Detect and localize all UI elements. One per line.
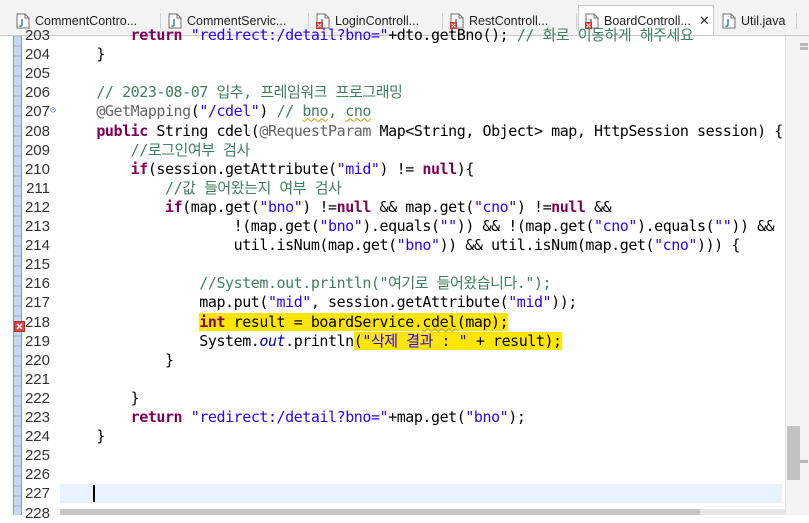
code-text[interactable]: //로그인여부 검사 (62, 141, 251, 160)
tab-separator (796, 13, 797, 29)
code-line[interactable]: 220 } (0, 351, 785, 370)
code-line[interactable]: 207 ⊝ @GetMapping("/cdel") // bno, cno (0, 102, 785, 121)
code-line[interactable]: 215 (0, 255, 785, 274)
code-text[interactable]: @GetMapping("/cdel") // bno, cno (62, 102, 371, 121)
error-marker-icon[interactable] (14, 317, 25, 332)
line-number: 223 (24, 409, 50, 426)
line-number: 214 (24, 237, 50, 255)
line-number: 228 (24, 504, 50, 522)
overview-marker[interactable] (800, 43, 808, 46)
line-number: 210 (24, 160, 50, 178)
code-text[interactable]: } (62, 351, 174, 370)
code-text[interactable]: //System.out.println("여기로 들어왔습니다."); (62, 274, 551, 293)
code-line[interactable]: 226 (0, 465, 785, 484)
code-text[interactable]: } (62, 45, 105, 64)
fold-toggle-icon[interactable]: ⊝ (50, 106, 56, 116)
code-line[interactable]: 205 (0, 64, 785, 83)
code-line[interactable]: 216 //System.out.println("여기로 들어왔습니다."); (0, 274, 785, 293)
code-text[interactable]: if(map.get("bno") !=null && map.get("cno… (62, 198, 612, 217)
line-number: 207 (24, 103, 50, 121)
code-text[interactable]: util.isNum(map.get("bno")) && util.isNum… (62, 236, 741, 255)
code-line[interactable]: 221 (0, 370, 785, 389)
code-text[interactable]: } (62, 427, 105, 446)
vertical-scrollbar[interactable] (785, 36, 809, 515)
horizontal-scroll-thumb[interactable] (60, 509, 700, 515)
line-number: 226 (24, 466, 50, 484)
line-number: 211 (26, 179, 50, 197)
code-line[interactable]: 209 //로그인여부 검사 (0, 141, 785, 160)
line-number: 216 (24, 275, 50, 293)
code-line[interactable]: 219 System.out.println("삭제 결과 : " + resu… (0, 331, 785, 351)
line-number: 220 (24, 351, 50, 369)
code-line[interactable]: 223 return "redirect:/detail?bno="+map.g… (0, 408, 785, 427)
code-line[interactable]: 213 !(map.get("bno").equals("")) && !(ma… (0, 217, 785, 236)
code-line[interactable]: 204 } (0, 45, 785, 64)
code-line[interactable]: 218 int result = boardService.cdel(map); (0, 312, 785, 332)
code-text[interactable]: System.out.println("삭제 결과 : " + result); (62, 331, 562, 351)
code-line[interactable]: 212 if(map.get("bno") !=null && map.get(… (0, 198, 785, 217)
text-caret (93, 485, 95, 503)
code-line[interactable]: 214 util.isNum(map.get("bno")) && util.i… (0, 236, 785, 255)
code-line[interactable]: 203 return "redirect:/detail?bno="+dto.g… (0, 26, 785, 45)
line-number: 227 (24, 485, 50, 503)
line-number: 213 (24, 218, 50, 235)
code-text[interactable]: } (62, 389, 140, 408)
line-number: 203 (24, 27, 50, 44)
code-text[interactable]: // 2023-08-07 입추, 프레임워크 프로그래밍 (62, 83, 403, 102)
code-text[interactable]: return "redirect:/detail?bno="+map.get("… (62, 408, 526, 427)
current-line-highlight (60, 484, 782, 504)
code-line[interactable]: 227 (0, 484, 785, 504)
code-text[interactable]: int result = boardService.cdel(map); (62, 312, 509, 332)
line-number: 218 (24, 313, 50, 331)
code-line[interactable]: 211 //값 들어왔는지 여부 검사 (0, 179, 785, 198)
code-text[interactable]: public String cdel(@RequestParam Map<Str… (62, 122, 783, 141)
line-number: 209 (24, 141, 50, 159)
overview-marker[interactable] (800, 460, 808, 463)
code-line[interactable]: 208 public String cdel(@RequestParam Map… (0, 122, 785, 141)
overview-marker[interactable] (800, 47, 808, 50)
code-line[interactable]: 225 (0, 446, 785, 465)
vertical-scroll-thumb[interactable] (787, 426, 800, 480)
code-line[interactable]: 210 if(session.getAttribute("mid") != nu… (0, 160, 785, 179)
line-number: 215 (24, 256, 50, 274)
line-number: 217 (24, 294, 50, 312)
line-number: 212 (24, 198, 50, 216)
code-line[interactable]: 222 } (0, 389, 785, 408)
line-number: 219 (24, 332, 50, 350)
code-text[interactable]: map.put("mid", session.getAttribute("mid… (62, 293, 577, 312)
code-text[interactable]: return "redirect:/detail?bno="+dto.getBn… (62, 26, 694, 45)
code-text[interactable]: if(session.getAttribute("mid") != null){ (62, 160, 475, 179)
code-text[interactable]: //값 들어왔는지 여부 검사 (62, 179, 342, 198)
line-number: 221 (24, 370, 50, 388)
code-line[interactable]: 206 // 2023-08-07 입추, 프레임워크 프로그래밍 (0, 83, 785, 102)
line-number: 206 (24, 84, 50, 102)
code-text[interactable]: !(map.get("bno").equals("")) && !(map.ge… (62, 217, 775, 236)
line-number: 225 (24, 447, 50, 465)
line-number: 222 (24, 389, 50, 407)
code-line[interactable]: 217 map.put("mid", session.getAttribute(… (0, 293, 785, 312)
horizontal-scrollbar[interactable] (60, 509, 785, 515)
line-number: 208 (24, 122, 50, 140)
code-line[interactable]: 224 } (0, 427, 785, 446)
line-number: 204 (24, 46, 50, 64)
line-number: 224 (24, 428, 50, 446)
code-editor[interactable]: 203 return "redirect:/detail?bno="+dto.g… (0, 26, 809, 522)
line-number: 205 (24, 65, 50, 83)
